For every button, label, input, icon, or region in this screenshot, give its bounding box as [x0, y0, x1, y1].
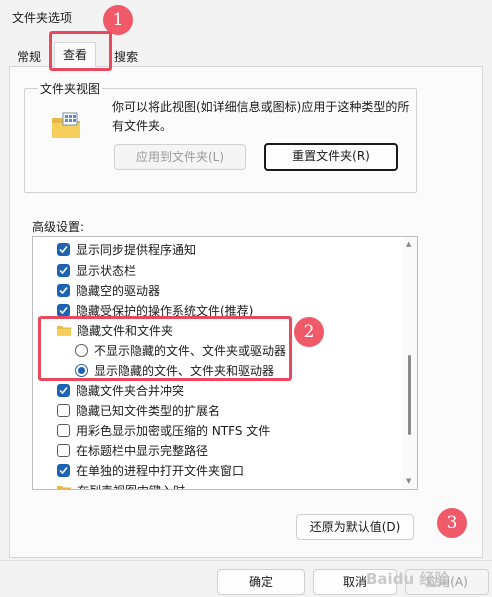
tab-strip: 常规 查看 搜索	[8, 42, 484, 67]
setting-hide-merge-conflicts[interactable]: 隐藏文件夹合并冲突	[57, 380, 184, 400]
checkbox-checked[interactable]	[57, 242, 70, 256]
folder-icon	[57, 485, 71, 489]
checkbox-unchecked[interactable]	[57, 423, 70, 437]
setting-label: 不显示隐藏的文件、文件夹或驱动器	[94, 343, 287, 358]
checkbox-checked[interactable]	[57, 383, 70, 397]
cancel-button[interactable]: 取消	[313, 569, 397, 595]
apply-to-folders-button[interactable]: 应用到文件夹(L)	[114, 144, 246, 170]
folder-icon	[57, 325, 71, 336]
folder-views-label: 文件夹视图	[38, 80, 103, 97]
vertical-scrollbar[interactable]: ▲ ▼	[403, 237, 417, 489]
setting-dont-show-hidden[interactable]: 不显示隐藏的文件、文件夹或驱动器	[75, 340, 286, 360]
setting-label: 隐藏文件和文件夹	[77, 323, 174, 338]
advanced-settings-label: 高级设置:	[32, 220, 85, 234]
folder-views-description: 你可以将此视图(如详细信息或图标)应用于这种类型的所有文件夹。	[112, 100, 410, 133]
setting-separate-process[interactable]: 在单独的进程中打开文件夹窗口	[57, 460, 244, 480]
checkbox-unchecked[interactable]	[57, 403, 70, 417]
setting-label: 显示状态栏	[76, 263, 137, 278]
footer-divider	[0, 560, 492, 561]
folder-view-icon	[52, 112, 80, 138]
setting-group-list-typing: 在列表视图中键入时	[57, 480, 185, 490]
setting-status-bar[interactable]: 显示状态栏	[57, 260, 136, 280]
checkbox-checked[interactable]	[57, 283, 70, 297]
setting-label: 隐藏已知文件类型的扩展名	[76, 403, 221, 418]
radio-selected[interactable]	[75, 363, 88, 377]
setting-hide-protected-os-files[interactable]: 隐藏受保护的操作系统文件(推荐)	[57, 300, 253, 320]
tab-view[interactable]: 查看	[54, 42, 97, 67]
tab-search[interactable]: 搜索	[105, 44, 147, 66]
restore-defaults-button[interactable]: 还原为默认值(D)	[296, 514, 414, 540]
radio-unselected[interactable]	[75, 343, 88, 357]
checkbox-checked[interactable]	[57, 303, 70, 317]
setting-color-ntfs[interactable]: 用彩色显示加密或压缩的 NTFS 文件	[57, 420, 270, 440]
setting-label: 隐藏文件夹合并冲突	[76, 383, 185, 398]
checkbox-checked[interactable]	[57, 263, 70, 277]
window-title: 文件夹选项	[12, 11, 73, 25]
setting-label: 显示隐藏的文件、文件夹和驱动器	[94, 363, 275, 378]
ok-button[interactable]: 确定	[217, 569, 305, 595]
setting-group-hidden-files: 隐藏文件和文件夹	[57, 320, 173, 340]
checkbox-checked[interactable]	[57, 463, 70, 477]
scrollbar-thumb[interactable]	[408, 355, 411, 435]
scroll-down-icon[interactable]: ▼	[406, 477, 411, 485]
reset-folders-button[interactable]: 重置文件夹(R)	[264, 143, 398, 171]
setting-hide-empty-drives[interactable]: 隐藏空的驱动器	[57, 280, 160, 300]
advanced-settings-list[interactable]: 显示同步提供程序通知 显示状态栏 隐藏空的驱动器 隐藏受保护的操作系统文件(推荐…	[32, 236, 418, 490]
setting-label: 显示同步提供程序通知	[76, 242, 197, 257]
setting-label: 用彩色显示加密或压缩的 NTFS 文件	[76, 423, 271, 438]
apply-button[interactable]: 应用(A)	[405, 569, 489, 595]
setting-hide-extensions[interactable]: 隐藏已知文件类型的扩展名	[57, 400, 220, 420]
setting-sync-notifications[interactable]: 显示同步提供程序通知	[57, 239, 196, 259]
setting-show-hidden[interactable]: 显示隐藏的文件、文件夹和驱动器	[75, 360, 274, 380]
setting-label: 隐藏空的驱动器	[76, 283, 161, 298]
setting-label: 隐藏受保护的操作系统文件(推荐)	[76, 303, 254, 318]
tab-general[interactable]: 常规	[8, 44, 50, 66]
scroll-up-icon[interactable]: ▲	[406, 240, 411, 248]
setting-label: 在标题栏中显示完整路径	[76, 443, 209, 458]
setting-label: 在单独的进程中打开文件夹窗口	[76, 463, 245, 478]
checkbox-unchecked[interactable]	[57, 443, 70, 457]
setting-full-path-title[interactable]: 在标题栏中显示完整路径	[57, 440, 208, 460]
title-bar: 文件夹选项	[0, 0, 492, 34]
setting-label: 在列表视图中键入时	[77, 482, 185, 490]
